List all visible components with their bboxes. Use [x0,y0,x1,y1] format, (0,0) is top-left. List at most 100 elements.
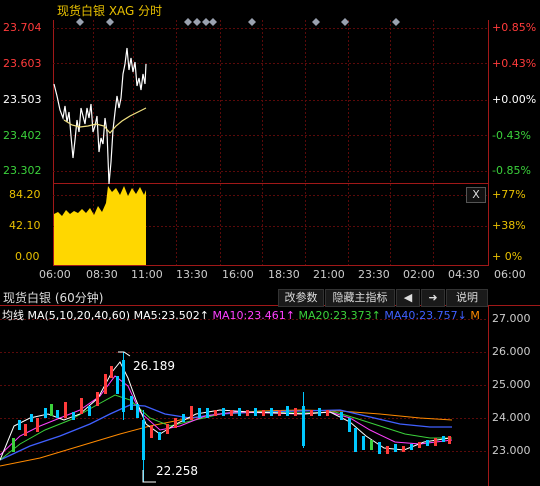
candle [340,412,343,420]
news-marker [312,18,320,26]
candle [254,408,257,416]
time-tick-label: 23:30 [358,268,390,281]
candle [370,440,373,450]
candle [246,410,249,416]
high-price-label: 26.189 [133,359,175,373]
time-tick-label: 08:30 [86,268,118,281]
candle [354,428,357,452]
news-marker [392,18,400,26]
candle [230,410,233,416]
candle [442,436,445,442]
candle [12,438,15,452]
kline-price-tick: 24.000 [492,411,531,424]
candle [294,408,297,416]
candle [198,408,201,418]
ma-legend: 均线 MA(5,10,20,40,60) MA5:23.502↑ MA10:23… [2,307,480,323]
candlesticks [12,360,451,460]
candle [206,408,209,418]
candle [378,442,381,454]
ma-legend-title: 均线 MA(5,10,20,40,60) [2,309,131,322]
time-tick-label: 13:30 [176,268,208,281]
price-line [53,47,147,185]
close-volume-button[interactable]: X [466,187,486,203]
candle [72,412,75,420]
candle [88,406,91,416]
time-tick-label: 06:00 [494,268,526,281]
hide-main-indicator-button[interactable]: 隐藏主指标 [325,289,395,307]
candle [278,410,281,416]
candle [222,408,225,416]
candle [56,410,59,418]
news-marker [184,18,192,26]
price-tick-label: 23.603 [3,57,42,70]
time-tick-label: 04:30 [448,268,480,281]
candle [166,424,169,434]
candle [262,410,265,416]
next-button[interactable]: ➜ [421,289,445,307]
news-marker [193,18,201,26]
candle [214,410,217,416]
kline-title: 现货白银 (60分钟) [3,291,104,305]
ma10-line [0,375,453,456]
candle [410,444,413,450]
candle [130,396,133,410]
ma20-legend: MA20:23.373↑ [298,309,381,322]
candle [50,404,53,416]
kline-price-tick: 27.000 [492,312,531,325]
candle [136,404,139,418]
candle [238,408,241,416]
volume-pct-label: +77% [492,188,526,201]
candle [418,442,421,448]
candle [318,408,321,416]
candle [394,444,397,452]
news-marker [76,18,84,26]
candle [434,438,437,446]
price-tick-label: 23.402 [3,129,42,142]
news-marker [341,18,349,26]
candle [174,418,177,428]
volume-tick-label: 42.10 [9,219,41,232]
time-tick-label: 21:00 [313,268,345,281]
price-tick-label: 23.503 [3,93,42,106]
pct-tick-label: -0.85% [492,164,531,177]
news-marker [248,18,256,26]
news-marker [209,18,217,26]
edit-params-button[interactable]: 改参数 [278,289,324,307]
news-markers [76,18,400,26]
ma20-line [0,394,452,461]
low-price-label: 22.258 [156,464,198,478]
candle [190,406,193,420]
candle [386,446,389,454]
kline-grid [0,319,488,452]
candle [286,406,289,416]
candle [110,366,113,378]
kline-frame [0,305,540,486]
chart-canvas [0,18,540,486]
low-pointer [142,470,156,483]
news-marker [202,18,210,26]
prev-button[interactable]: ◀ [396,289,420,307]
pct-tick-label: +0.00% [492,93,537,106]
candle [116,376,119,394]
ma5-legend: MA5:23.502↑ [133,309,210,322]
candle [64,402,67,418]
candle [158,432,161,440]
price-tick-label: 23.302 [3,164,42,177]
candle [18,420,21,430]
volume-tick-label: 84.20 [9,188,41,201]
candle [36,418,39,432]
kline-price-tick: 26.000 [492,345,531,358]
candle [362,436,365,450]
help-button[interactable]: 说明 [446,289,488,307]
volume-area [54,186,146,265]
ma10-legend: MA10:23.461↑ [212,309,295,322]
candle [326,410,329,416]
candle [104,374,107,394]
candle [30,414,33,422]
ma60-legend: M [470,309,480,322]
ma40-legend: MA40:23.757↓ [384,309,467,322]
volume-pct-label: + 0% [492,250,523,263]
pct-tick-label: -0.43% [492,129,531,142]
volume-tick-label: 0.00 [15,250,40,263]
volume-pct-label: +38% [492,219,526,232]
